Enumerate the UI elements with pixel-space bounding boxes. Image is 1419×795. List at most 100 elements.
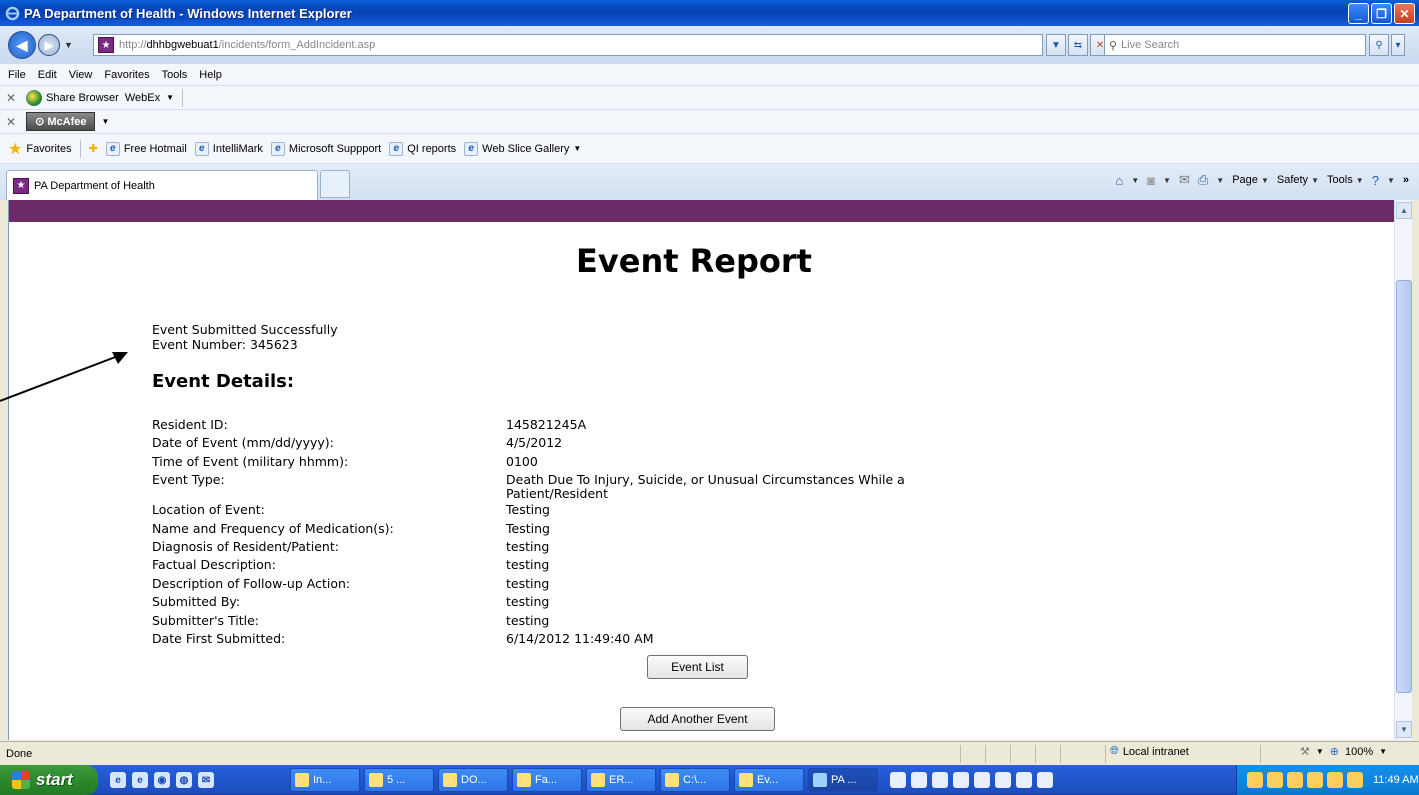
back-button[interactable]: ◀	[8, 31, 36, 59]
minimize-button[interactable]: _	[1348, 3, 1369, 24]
home-icon[interactable]: ⌂	[1115, 173, 1123, 188]
app-icon[interactable]	[974, 772, 990, 788]
site-favicon-icon: ★	[98, 37, 114, 53]
quicklaunch-mail-icon[interactable]: ✉	[198, 772, 214, 788]
search-input[interactable]: ⚲ Live Search	[1104, 34, 1366, 56]
detail-row: Factual Description: testing	[152, 556, 946, 574]
tray-icon[interactable]	[1287, 772, 1303, 788]
quicklaunch-icon[interactable]: ◍	[176, 772, 192, 788]
mcafee-dropdown-icon[interactable]: ▼	[101, 117, 109, 126]
app-icon[interactable]	[890, 772, 906, 788]
task-button[interactable]: ER...	[586, 768, 656, 792]
zoom-dropdown-icon[interactable]: ▼	[1379, 747, 1387, 756]
app-icon[interactable]	[932, 772, 948, 788]
address-input[interactable]: ★ http://dhhbgwebuat1/incidents/form_Add…	[93, 34, 1043, 56]
zoom-control[interactable]: ⚒ ▼ ⊕ 100% ▼	[1300, 745, 1387, 759]
event-number: Event Number: 345623	[152, 337, 298, 352]
tray-icon[interactable]	[1347, 772, 1363, 788]
task-button[interactable]: 5 ...	[364, 768, 434, 792]
tray-icon[interactable]	[1267, 772, 1283, 788]
quicklaunch-ie-icon[interactable]: e	[132, 772, 148, 788]
menu-view[interactable]: View	[69, 69, 93, 81]
add-favorites-icon[interactable]: ✚	[89, 142, 98, 155]
fav-microsoft-support[interactable]: e Microsoft Suppport	[270, 141, 381, 156]
quicklaunch-icon[interactable]: ◉	[154, 772, 170, 788]
webex-button[interactable]: WebEx	[125, 92, 160, 104]
app-icon[interactable]	[911, 772, 927, 788]
task-button[interactable]: C:\...	[660, 768, 730, 792]
print-icon[interactable]: ⎙	[1198, 172, 1208, 188]
fav-free-hotmail[interactable]: e Free Hotmail	[105, 141, 187, 156]
close-button[interactable]: ✕	[1394, 3, 1415, 24]
detail-label: Submitter's Title:	[152, 612, 259, 628]
help-dropdown-icon[interactable]: ▼	[1387, 176, 1395, 185]
detail-value: Death Due To Injury, Suicide, or Unusual…	[506, 472, 905, 502]
security-zone[interactable]: 🌐︎ Local intranet	[1110, 745, 1189, 758]
webex-dropdown-icon[interactable]: ▼	[166, 93, 174, 102]
share-browser-button[interactable]: Share Browser	[46, 92, 119, 104]
tray-icon[interactable]	[1247, 772, 1263, 788]
menu-favorites[interactable]: Favorites	[104, 69, 149, 81]
browser-window: PA Department of Health - Windows Intern…	[0, 0, 1419, 795]
fav-qi-reports[interactable]: e QI reports	[389, 141, 456, 156]
search-options-icon[interactable]: ▾	[1391, 34, 1405, 56]
tools-menu[interactable]: Tools ▼	[1327, 174, 1364, 186]
forward-button[interactable]: ▶	[38, 34, 60, 56]
detail-row: Event Type: Death Due To Injury, Suicide,…	[152, 471, 946, 501]
menu-edit[interactable]: Edit	[38, 69, 57, 81]
close-toolbar-icon[interactable]: ✕	[6, 115, 16, 129]
detail-label: Name and Frequency of Medication(s):	[152, 520, 394, 536]
address-dropdown-icon[interactable]: ▼	[1046, 34, 1066, 56]
task-button[interactable]: In...	[290, 768, 360, 792]
help-icon[interactable]: ?	[1372, 173, 1379, 188]
start-button[interactable]: start	[0, 765, 98, 795]
menu-file[interactable]: File	[8, 69, 26, 81]
page-menu[interactable]: Page ▼	[1232, 174, 1269, 186]
task-button-active[interactable]: PA ...	[808, 768, 878, 792]
app-icon[interactable]	[1016, 772, 1032, 788]
event-list-button[interactable]: Event List	[647, 655, 748, 679]
task-button[interactable]: Fa...	[512, 768, 582, 792]
tray-icon[interactable]	[1327, 772, 1343, 788]
restore-button[interactable]: ❐	[1371, 3, 1392, 24]
command-bar: ⌂ ▼ ◙ ▼ ✉ ⎙ ▼ Page ▼ Safety ▼ Tools ▼ ? ▼ »	[1115, 172, 1409, 188]
task-button[interactable]: Ev...	[734, 768, 804, 792]
app-icon[interactable]	[953, 772, 969, 788]
feeds-dropdown-icon[interactable]: ▼	[1163, 176, 1171, 185]
more-icon[interactable]: »	[1403, 174, 1409, 186]
menu-tools[interactable]: Tools	[162, 69, 188, 81]
add-another-event-button[interactable]: Add Another Event	[620, 707, 775, 731]
mcafee-button[interactable]: ⊙ McAfee	[26, 112, 96, 131]
print-dropdown-icon[interactable]: ▼	[1216, 176, 1224, 185]
mail-icon[interactable]: ✉	[1179, 172, 1190, 188]
home-dropdown-icon[interactable]: ▼	[1131, 176, 1139, 185]
app-icon[interactable]	[995, 772, 1011, 788]
tab-pa-department-of-health[interactable]: ★ PA Department of Health	[6, 170, 318, 200]
app-icon[interactable]	[1037, 772, 1053, 788]
vertical-scrollbar[interactable]: ▲ ▼	[1394, 200, 1412, 740]
submission-message: Event Submitted Successfully Event Numbe…	[152, 322, 338, 352]
recent-pages-dropdown-icon[interactable]: ▼	[64, 40, 73, 50]
refresh-icon[interactable]: ⇆	[1068, 34, 1088, 56]
fav-web-slice-gallery[interactable]: e Web Slice Gallery ▼	[464, 141, 581, 156]
clock: 11:49 AM	[1373, 774, 1419, 786]
favorites-button[interactable]: Favorites	[26, 143, 71, 155]
search-go-icon[interactable]: ⚲	[1369, 34, 1389, 56]
scroll-down-icon[interactable]: ▼	[1396, 721, 1412, 738]
scroll-up-icon[interactable]: ▲	[1396, 202, 1412, 219]
new-tab-button[interactable]	[320, 170, 350, 198]
menu-help[interactable]: Help	[199, 69, 222, 81]
detail-value: testing	[506, 557, 550, 573]
fav-intellimark[interactable]: e IntelliMark	[194, 141, 263, 156]
detail-value: 4/5/2012	[506, 435, 563, 451]
tab-bar: ★ PA Department of Health ⌂ ▼ ◙ ▼ ✉ ⎙ ▼ Pag…	[0, 164, 1419, 200]
favorites-star-icon[interactable]: ★	[8, 139, 22, 159]
tray-icon[interactable]	[1307, 772, 1323, 788]
quicklaunch-icon[interactable]: e	[110, 772, 126, 788]
feeds-icon[interactable]: ◙	[1147, 173, 1155, 188]
close-toolbar-icon[interactable]: ✕	[6, 91, 16, 105]
task-button[interactable]: DO...	[438, 768, 508, 792]
ie-page-icon: e	[270, 141, 285, 156]
safety-menu[interactable]: Safety ▼	[1277, 174, 1319, 186]
scroll-thumb[interactable]	[1396, 280, 1412, 693]
